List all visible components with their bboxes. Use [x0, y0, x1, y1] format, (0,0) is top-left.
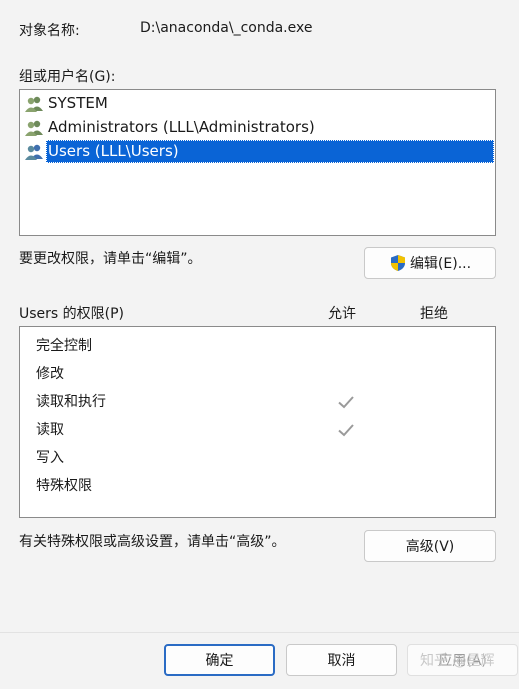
groups-listbox[interactable]: SYSTEM Administrators (LLL\Administrator…	[19, 89, 496, 236]
permissions-header: Users 的权限(P)	[19, 306, 125, 322]
allow-check-icon	[336, 392, 356, 412]
ok-button[interactable]: 确定	[164, 644, 275, 676]
apply-button[interactable]: 应用(A)	[407, 644, 518, 676]
object-name-value: D:\anaconda\_conda.exe	[140, 20, 313, 36]
permission-row-special: 特殊权限	[36, 478, 92, 494]
list-item-users[interactable]: Users (LLL\Users)	[24, 140, 494, 163]
users-icon	[24, 143, 44, 161]
allow-column-header: 允许	[328, 306, 356, 322]
permission-row-write: 写入	[36, 450, 64, 466]
list-item-label: Administrators (LLL\Administrators)	[48, 118, 315, 136]
users-icon	[24, 119, 44, 137]
users-icon	[24, 95, 44, 113]
list-item-label: Users (LLL\Users)	[48, 142, 179, 160]
list-item-administrators[interactable]: Administrators (LLL\Administrators)	[24, 116, 317, 139]
advanced-button[interactable]: 高级(V)	[364, 530, 496, 562]
list-item-system[interactable]: SYSTEM	[24, 92, 110, 115]
list-item-label: SYSTEM	[48, 94, 108, 112]
edit-button[interactable]: 编辑(E)...	[364, 247, 496, 279]
object-name-label: 对象名称:	[19, 23, 80, 39]
permission-row-full-control: 完全控制	[36, 338, 92, 354]
permission-row-read: 读取	[36, 422, 64, 438]
permission-row-read-execute: 读取和执行	[36, 394, 106, 410]
permission-row-modify: 修改	[36, 366, 64, 382]
advanced-instruction: 有关特殊权限或高级设置，请单击“高级”。	[19, 534, 286, 550]
groups-label: 组或用户名(G):	[19, 69, 116, 85]
cancel-button[interactable]: 取消	[286, 644, 397, 676]
uac-shield-icon	[390, 255, 405, 271]
edit-button-label: 编辑(E)...	[409, 256, 472, 272]
deny-column-header: 拒绝	[420, 306, 448, 322]
edit-instruction: 要更改权限，请单击“编辑”。	[19, 251, 202, 267]
permissions-list[interactable]: 完全控制 修改 读取和执行 读取 写入 特殊权限	[19, 326, 496, 518]
allow-check-icon	[336, 420, 356, 440]
